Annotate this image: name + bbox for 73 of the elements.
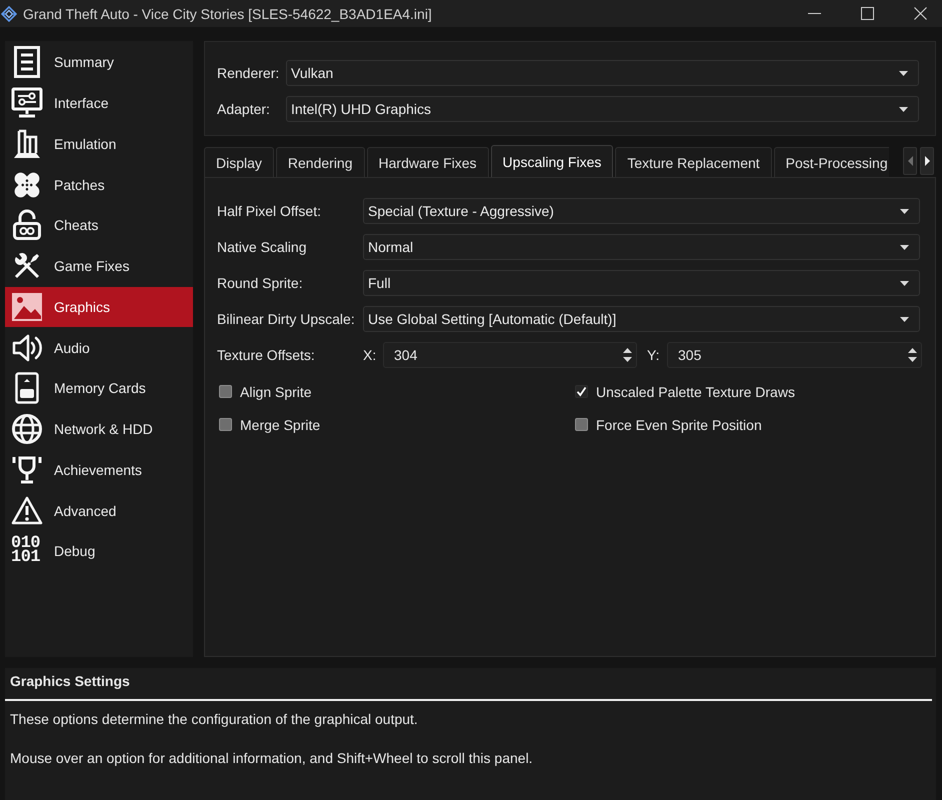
sidebar-item[interactable]: Audio	[5, 327, 193, 368]
sidebar-item[interactable]: Summary	[5, 42, 193, 83]
dropdown[interactable]: Normal	[363, 234, 920, 260]
field-label: Renderer:	[217, 64, 280, 82]
sidebar-item[interactable]: Achievements	[5, 450, 193, 490]
image-icon	[11, 290, 43, 323]
setting-label: Round Sprite:	[217, 274, 304, 292]
right-triangle-icon	[924, 156, 930, 166]
sidebar-item[interactable]: Emulation	[5, 124, 193, 164]
left-triangle-icon	[908, 156, 912, 166]
tab[interactable]: Rendering	[276, 147, 365, 177]
padlock-icon	[11, 209, 43, 242]
axis-label: X:	[363, 346, 378, 364]
dropdown[interactable]: Intel(R) UHD Graphics	[286, 96, 919, 122]
warning-icon	[11, 494, 43, 527]
setting-label: Half Pixel Offset:	[217, 202, 322, 220]
sidebar-item[interactable]: Game Fixes	[5, 246, 193, 286]
checkbox[interactable]	[575, 418, 588, 431]
axis-label: Y:	[647, 346, 660, 364]
help-text: These options determine the configuration of the graphical output.	[10, 710, 418, 728]
dropdown[interactable]: Full	[363, 270, 920, 296]
caret-icon	[900, 208, 909, 214]
sidebar-item[interactable]: Cheats	[5, 205, 193, 246]
checkbox-label: Unscaled Palette Texture Draws	[596, 382, 795, 400]
caret-icon	[900, 244, 909, 250]
checkbox[interactable]	[219, 418, 232, 431]
setting-label: Bilinear Dirty Upscale:	[217, 310, 356, 328]
tab[interactable]: Post-Processing	[774, 147, 889, 177]
globe-icon	[11, 413, 43, 446]
field-label: Adapter:	[217, 100, 271, 118]
scroll-right-button[interactable]	[920, 147, 934, 175]
dropdown[interactable]: Special (Texture - Aggressive)	[363, 198, 920, 224]
spin-box[interactable]: 305	[667, 342, 922, 368]
maximize-icon	[860, 7, 874, 20]
checkbox[interactable]	[575, 385, 588, 398]
window-title: Grand Theft Auto - Vice City Stories [SLES-54622_B3AD1EA4.ini]	[23, 4, 433, 22]
checkmark-icon	[576, 386, 587, 397]
binary-digits: 010 101	[11, 537, 42, 566]
spin-box[interactable]: 304	[383, 342, 637, 368]
checkbox-label: Force Even Sprite Position	[596, 416, 762, 434]
checkbox-label: Merge Sprite	[240, 416, 320, 434]
setting-label: Native Scaling	[217, 238, 308, 256]
sidebar-item[interactable]: Graphics	[5, 286, 193, 328]
diamond-logo-icon	[1, 6, 17, 22]
trophy-icon	[11, 454, 43, 486]
minimize-icon	[808, 13, 820, 14]
sidebar-item[interactable]: Interface	[5, 82, 193, 124]
tab[interactable]: Texture Replacement	[615, 147, 772, 177]
up-down-arrows-icon	[623, 347, 632, 363]
setting-label: Texture Offsets:	[217, 346, 316, 364]
monitor-icon	[11, 87, 43, 120]
caret-icon	[900, 316, 909, 322]
checkbox[interactable]	[219, 385, 232, 398]
help-title: Graphics Settings	[9, 672, 130, 691]
tab[interactable]: Display	[204, 147, 274, 177]
caret-icon	[900, 280, 909, 286]
close-icon	[914, 7, 926, 20]
sidebar-item[interactable]: Memory Cards	[5, 368, 193, 409]
caret-icon	[899, 106, 908, 112]
help-text: Mouse over an option for additional information, and Shift+Wheel to scroll this panel.	[10, 749, 533, 767]
sidebar-item[interactable]: Network & HDD	[5, 408, 193, 450]
checkbox-label: Align Sprite	[240, 382, 312, 400]
document-icon	[11, 46, 43, 78]
up-down-arrows-icon	[908, 347, 917, 363]
caret-icon	[899, 70, 908, 76]
tab[interactable]: Hardware Fixes	[366, 147, 489, 177]
pillars-icon	[11, 128, 43, 160]
sidebar-item[interactable]: Advanced	[5, 490, 193, 531]
tab[interactable]: Upscaling Fixes	[490, 145, 614, 177]
speaker-icon	[11, 332, 43, 364]
sidebar-item[interactable]: Patches	[5, 164, 193, 205]
dropdown[interactable]: Vulkan	[286, 60, 919, 86]
dropdown[interactable]: Use Global Setting [Automatic (Default)]	[363, 306, 920, 332]
